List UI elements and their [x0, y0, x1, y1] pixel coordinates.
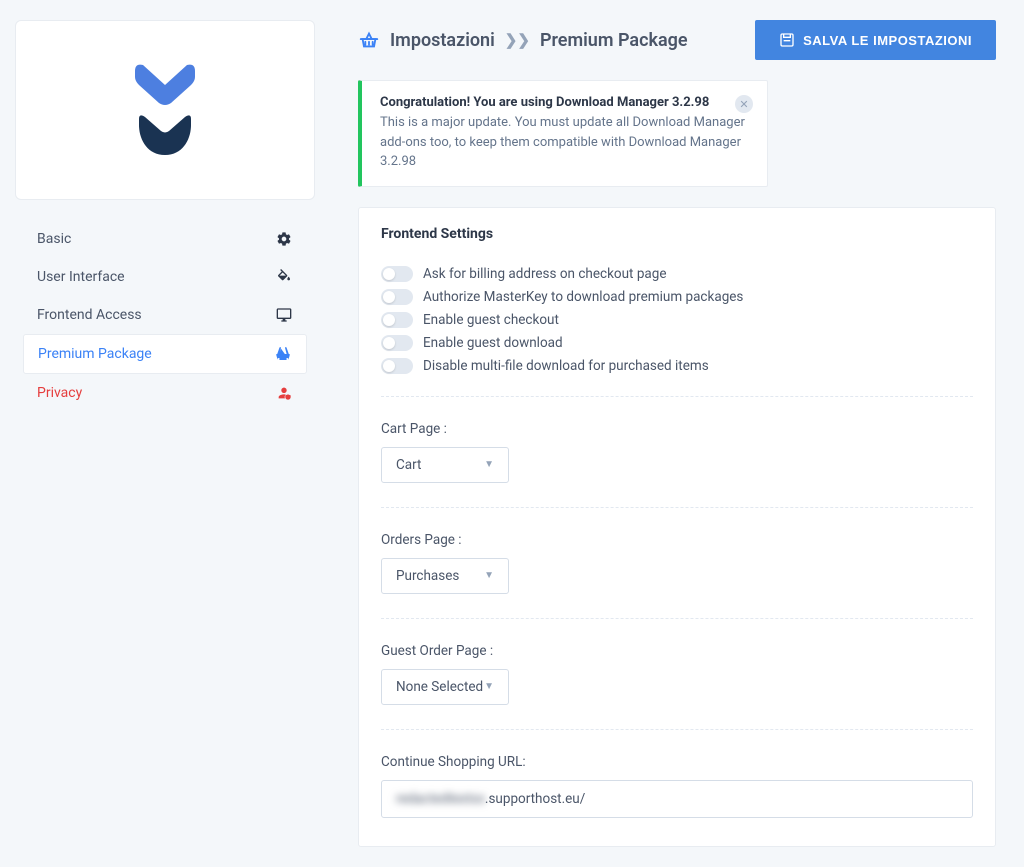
select-value: None Selected: [396, 679, 483, 695]
continue-shopping-input[interactable]: redactedtextxx.supporthost.eu/: [381, 780, 973, 818]
redacted-text: redactedtextxx: [396, 791, 485, 807]
nav-label: Basic: [37, 231, 71, 247]
user-shield-icon: [275, 384, 293, 402]
title-part1: Impostazioni: [390, 30, 495, 51]
main-content: Impostazioni ❯❯ Premium Package SALVA LE…: [330, 0, 1024, 867]
settings-panel: Frontend Settings Ask for billing addres…: [358, 207, 996, 847]
chevron-down-icon: ▼: [484, 459, 494, 470]
nav-label: User Interface: [37, 269, 125, 285]
chevron-right-icon: ❯❯: [505, 31, 530, 49]
toggle-billing-address: Ask for billing address on checkout page: [381, 266, 973, 282]
monitor-icon: [275, 306, 293, 324]
form-group-orders-page: Orders Page : Purchases ▼: [381, 532, 973, 619]
guest-order-page-label: Guest Order Page :: [381, 643, 973, 659]
guest-order-page-select[interactable]: None Selected ▼: [381, 669, 509, 705]
page-title: Impostazioni ❯❯ Premium Package: [358, 29, 688, 51]
nav-item-privacy[interactable]: Privacy: [23, 374, 307, 412]
form-group-cart-page: Cart Page : Cart ▼: [381, 396, 973, 508]
form-group-guest-order-page: Guest Order Page : None Selected ▼: [381, 643, 973, 730]
toggle-switch[interactable]: [381, 266, 413, 282]
nav-item-frontend[interactable]: Frontend Access: [23, 296, 307, 334]
chevron-down-icon: ▼: [484, 681, 494, 692]
title-part2: Premium Package: [540, 30, 688, 51]
nav-label: Frontend Access: [37, 307, 142, 323]
save-icon: [779, 32, 795, 48]
nav-label: Privacy: [37, 385, 82, 401]
url-suffix: .supporthost.eu/: [485, 791, 585, 807]
gear-icon: [275, 230, 293, 248]
nav-list: Basic User Interface Frontend Access Pre…: [15, 220, 315, 412]
logo-card: [15, 20, 315, 200]
orders-page-select[interactable]: Purchases ▼: [381, 558, 509, 594]
sidebar: Basic User Interface Frontend Access Pre…: [0, 0, 330, 867]
toggle-disable-multifile: Disable multi-file download for purchase…: [381, 358, 973, 374]
app-logo-icon: [125, 63, 205, 158]
basket-icon: [358, 29, 380, 51]
nav-item-basic[interactable]: Basic: [23, 220, 307, 258]
toggle-switch[interactable]: [381, 358, 413, 374]
continue-shopping-label: Continue Shopping URL:: [381, 754, 973, 770]
page-header: Impostazioni ❯❯ Premium Package SALVA LE…: [358, 20, 996, 60]
orders-page-label: Orders Page :: [381, 532, 973, 548]
toggle-label: Authorize MasterKey to download premium …: [423, 289, 743, 305]
toggle-guest-download: Enable guest download: [381, 335, 973, 351]
nav-item-ui[interactable]: User Interface: [23, 258, 307, 296]
toggle-label: Enable guest download: [423, 335, 563, 351]
select-value: Purchases: [396, 568, 459, 584]
toggle-masterkey: Authorize MasterKey to download premium …: [381, 289, 973, 305]
select-value: Cart: [396, 457, 421, 473]
chevron-down-icon: ▼: [484, 570, 494, 581]
cart-page-label: Cart Page :: [381, 421, 973, 437]
nav-label: Premium Package: [38, 346, 152, 362]
alert-banner: Congratulation! You are using Download M…: [358, 80, 768, 187]
toggle-switch[interactable]: [381, 289, 413, 305]
alert-title: Congratulation! You are using Download M…: [380, 95, 749, 110]
toggle-label: Enable guest checkout: [423, 312, 559, 328]
alert-body: This is a major update. You must update …: [380, 113, 749, 172]
cart-page-select[interactable]: Cart ▼: [381, 447, 509, 483]
form-group-continue-shopping: Continue Shopping URL: redactedtextxx.su…: [381, 754, 973, 818]
basket-icon: [274, 345, 292, 363]
toggle-label: Ask for billing address on checkout page: [423, 266, 666, 282]
paint-icon: [275, 268, 293, 286]
close-icon[interactable]: ✕: [735, 95, 753, 113]
panel-title: Frontend Settings: [381, 226, 973, 242]
save-button[interactable]: SALVA LE IMPOSTAZIONI: [755, 20, 996, 60]
toggle-label: Disable multi-file download for purchase…: [423, 358, 709, 374]
toggle-guest-checkout: Enable guest checkout: [381, 312, 973, 328]
toggle-switch[interactable]: [381, 335, 413, 351]
nav-item-premium[interactable]: Premium Package: [23, 334, 307, 374]
save-button-label: SALVA LE IMPOSTAZIONI: [803, 33, 972, 48]
toggle-switch[interactable]: [381, 312, 413, 328]
